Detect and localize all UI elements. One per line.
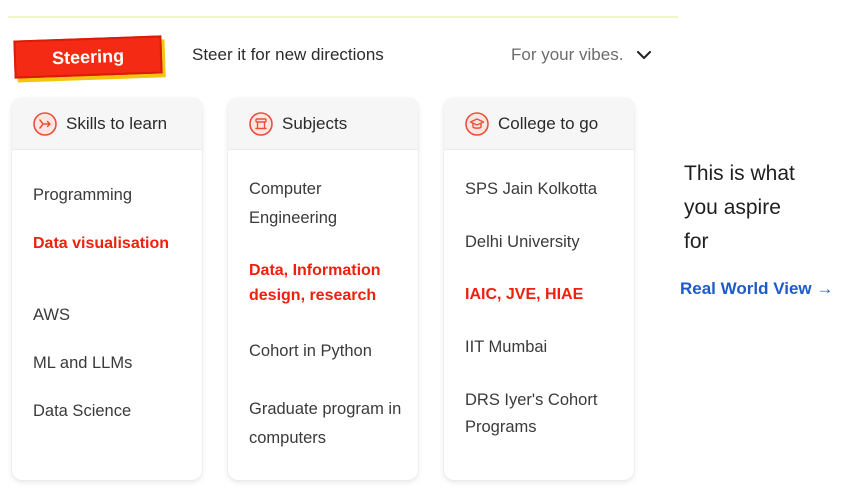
aspire-line-1: This is what (684, 162, 795, 185)
vibes-dropdown-label: For your vibes. (511, 45, 624, 64)
steering-badge-label: Steering (51, 45, 125, 68)
card-subjects-header: Subjects (228, 98, 418, 150)
list-item-highlight[interactable]: Data, Information design, research (249, 258, 409, 308)
steering-badge: Steering (13, 35, 163, 79)
card-subjects: Subjects Computer Engineering Data, Info… (228, 98, 418, 480)
podium-icon (249, 111, 273, 136)
real-world-view-link[interactable]: Real World View → (680, 279, 833, 299)
list-item[interactable]: Delhi University (465, 230, 580, 255)
list-item-highlight[interactable]: IAIC, JVE, HIAE (465, 282, 583, 307)
list-item[interactable]: Graduate program in computers (249, 395, 418, 453)
list-item[interactable]: AWS (33, 303, 70, 328)
card-skills: Skills to learn Programming Data visuali… (12, 98, 202, 480)
graduation-cap-icon (465, 111, 489, 136)
card-college: College to go SPS Jain Kolkotta Delhi Un… (444, 98, 634, 480)
top-divider (8, 16, 678, 18)
chevron-down-icon (637, 50, 652, 59)
aspire-line-2: you aspire (684, 196, 781, 219)
list-item-highlight[interactable]: Data visualisation (33, 231, 183, 256)
list-item[interactable]: Programming (33, 183, 132, 208)
card-skills-title: Skills to learn (66, 113, 168, 133)
list-item[interactable]: Data Science (33, 399, 131, 424)
arrow-circle-icon (33, 111, 57, 136)
aspire-line-3: for (684, 230, 709, 253)
list-item[interactable]: SPS Jain Kolkotta (465, 177, 597, 202)
list-item[interactable]: Cohort in Python (249, 339, 372, 364)
list-item[interactable]: Computer Engineering (249, 175, 399, 233)
aspire-text: This is what you aspire for (684, 157, 795, 259)
list-item[interactable]: DRS Iyer's Cohort Programs (465, 387, 625, 441)
card-college-title: College to go (498, 113, 599, 133)
vibes-dropdown[interactable]: For your vibes. (511, 45, 652, 65)
card-college-header: College to go (444, 98, 634, 150)
card-subjects-title: Subjects (282, 113, 348, 133)
list-item[interactable]: ML and LLMs (33, 351, 132, 376)
steer-tagline: Steer it for new directions (192, 45, 384, 64)
list-item[interactable]: IIT Mumbai (465, 335, 547, 360)
card-skills-header: Skills to learn (12, 98, 202, 150)
